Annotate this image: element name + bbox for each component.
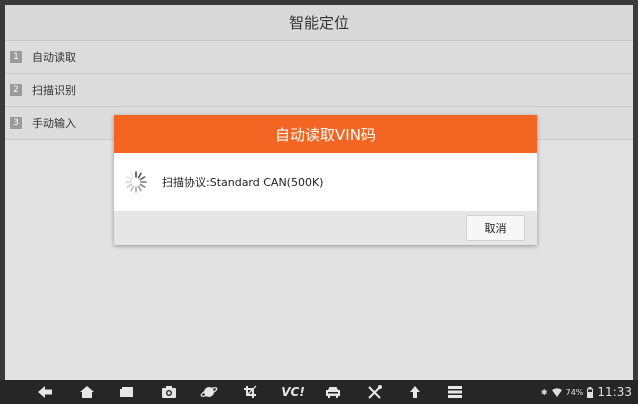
home-icon[interactable] <box>78 384 96 400</box>
battery-icon <box>587 386 594 398</box>
loading-spinner-icon <box>125 171 147 193</box>
app-screen: 智能定位 1 自动读取 2 扫描识别 3 手动输入 自动读取VIN码 扫描协议:… <box>5 5 633 380</box>
vin-read-dialog: 自动读取VIN码 扫描协议:Standard CAN(500K) 取消 <box>114 115 537 245</box>
wifi-icon <box>551 387 562 397</box>
menu-list-icon[interactable] <box>446 384 464 400</box>
car-icon[interactable] <box>324 384 342 400</box>
camera-icon[interactable] <box>160 384 178 400</box>
dialog-message: 扫描协议:Standard CAN(500K) <box>162 176 324 189</box>
tools-icon[interactable] <box>366 384 384 400</box>
dialog-body: 扫描协议:Standard CAN(500K) <box>114 153 537 211</box>
vci-label: VC! <box>281 385 305 399</box>
clock: 11:33 <box>597 385 632 399</box>
recent-apps-icon[interactable] <box>118 384 136 400</box>
battery-percent: 74% <box>565 387 584 397</box>
upload-icon[interactable] <box>406 384 424 400</box>
bluetooth-icon: ✱ <box>540 387 548 397</box>
cancel-button[interactable]: 取消 <box>466 215 525 241</box>
back-icon[interactable] <box>36 384 54 400</box>
vci-icon[interactable]: VC! <box>281 384 305 400</box>
system-nav-bar: VC! ✱ 74% 11:33 <box>0 380 638 404</box>
dialog-footer: 取消 <box>114 211 537 245</box>
status-area: ✱ 74% 11:33 <box>541 384 632 400</box>
browser-icon[interactable] <box>200 384 218 400</box>
dialog-title: 自动读取VIN码 <box>114 115 537 153</box>
crop-icon[interactable] <box>242 384 260 400</box>
